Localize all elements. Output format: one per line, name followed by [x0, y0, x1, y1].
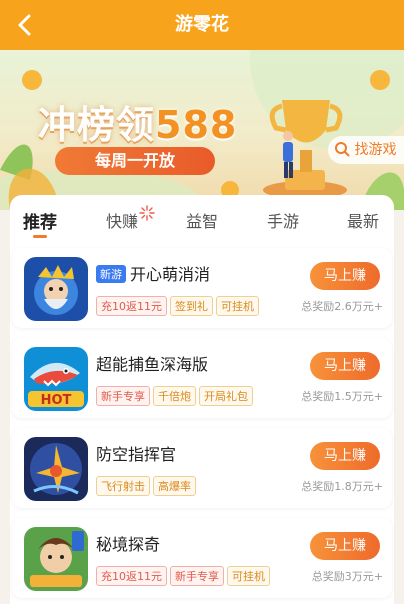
coin-icon [22, 70, 42, 90]
promo-banner[interactable]: 冲榜领588 每周一开放 找游戏 [0, 50, 404, 210]
earn-now-button[interactable]: 马上赚 [310, 532, 380, 560]
earn-now-button[interactable]: 马上赚 [310, 352, 380, 380]
game-tag: 新手专享 [96, 386, 150, 406]
game-title: 新游 开心萌消消 [96, 261, 210, 285]
game-tags: 新手专享 千倍炮 开局礼包 [96, 385, 256, 406]
tab-mobile-games[interactable]: 手游 [267, 208, 299, 232]
tab-latest[interactable]: 最新 [347, 208, 379, 232]
headline-text: 冲榜领 [38, 103, 156, 147]
active-tab-indicator [33, 235, 47, 238]
game-tag: 可挂机 [216, 296, 259, 316]
page-title: 游零花 [175, 14, 229, 35]
earn-now-button[interactable]: 马上赚 [310, 262, 380, 290]
game-name: 防空指挥官 [96, 445, 177, 464]
game-tag: 可挂机 [227, 566, 270, 586]
game-tags: 飞行射击 高爆率 [96, 475, 199, 496]
game-name: 开心萌消消 [130, 265, 211, 284]
banner-headline: 冲榜领588 [38, 94, 237, 149]
game-card[interactable]: 防空指挥官 飞行射击 高爆率 马上赚 总奖励1.8万元+ [12, 428, 392, 508]
game-tag: 高爆率 [153, 476, 196, 496]
game-name: 超能捕鱼深海版 [96, 355, 209, 374]
find-game-label: 找游戏 [354, 142, 397, 158]
game-icon-fishing[interactable]: HOT [24, 347, 88, 411]
game-tag: 开局礼包 [199, 386, 253, 406]
total-reward: 总奖励1.8万元+ [301, 480, 383, 493]
headline-amount: 588 [155, 103, 238, 147]
sparkle-icon [139, 205, 155, 221]
top-bar: 游零花 [0, 0, 404, 50]
search-icon [335, 142, 350, 157]
game-tag: 千倍炮 [153, 386, 196, 406]
game-tags: 充10返11元 新手专享 可挂机 [96, 565, 273, 586]
game-card[interactable]: 新游 开心萌消消 充10返11元 签到礼 可挂机 马上赚 总奖励2.6万元+ [12, 248, 392, 328]
weekly-open-button[interactable]: 每周一开放 [55, 147, 215, 175]
game-tags: 充10返11元 签到礼 可挂机 [96, 295, 262, 316]
game-tag: 签到礼 [170, 296, 213, 316]
game-tag: 充10返11元 [96, 566, 167, 586]
category-tabs: 推荐 快赚 益智 手游 最新 [10, 195, 394, 245]
total-reward: 总奖励1.5万元+ [301, 390, 383, 403]
game-icon-air-defense[interactable] [24, 437, 88, 501]
coin-icon [370, 70, 390, 90]
game-card[interactable]: 秘境探奇 充10返11元 新手专享 可挂机 马上赚 总奖励3万元+ [12, 518, 392, 598]
tab-quick-earn[interactable]: 快赚 [106, 208, 138, 232]
find-game-button[interactable]: 找游戏 [328, 136, 404, 164]
game-tag: 飞行射击 [96, 476, 150, 496]
new-game-badge: 新游 [96, 265, 126, 283]
total-reward: 总奖励3万元+ [311, 570, 383, 583]
game-tag: 充10返11元 [96, 296, 167, 316]
game-icon-secret-realm[interactable] [24, 527, 88, 591]
earn-now-button[interactable]: 马上赚 [310, 442, 380, 470]
game-icon-happy-match[interactable] [24, 257, 88, 321]
tab-recommended[interactable]: 推荐 [23, 208, 57, 233]
tab-puzzle[interactable]: 益智 [186, 208, 218, 232]
game-name: 秘境探奇 [96, 535, 161, 554]
total-reward: 总奖励2.6万元+ [301, 300, 383, 313]
icon-text: HOT [41, 393, 72, 408]
game-tag: 新手专享 [170, 566, 224, 586]
game-card[interactable]: HOT 超能捕鱼深海版 新手专享 千倍炮 开局礼包 马上赚 总奖励1.5万元+ [12, 338, 392, 418]
